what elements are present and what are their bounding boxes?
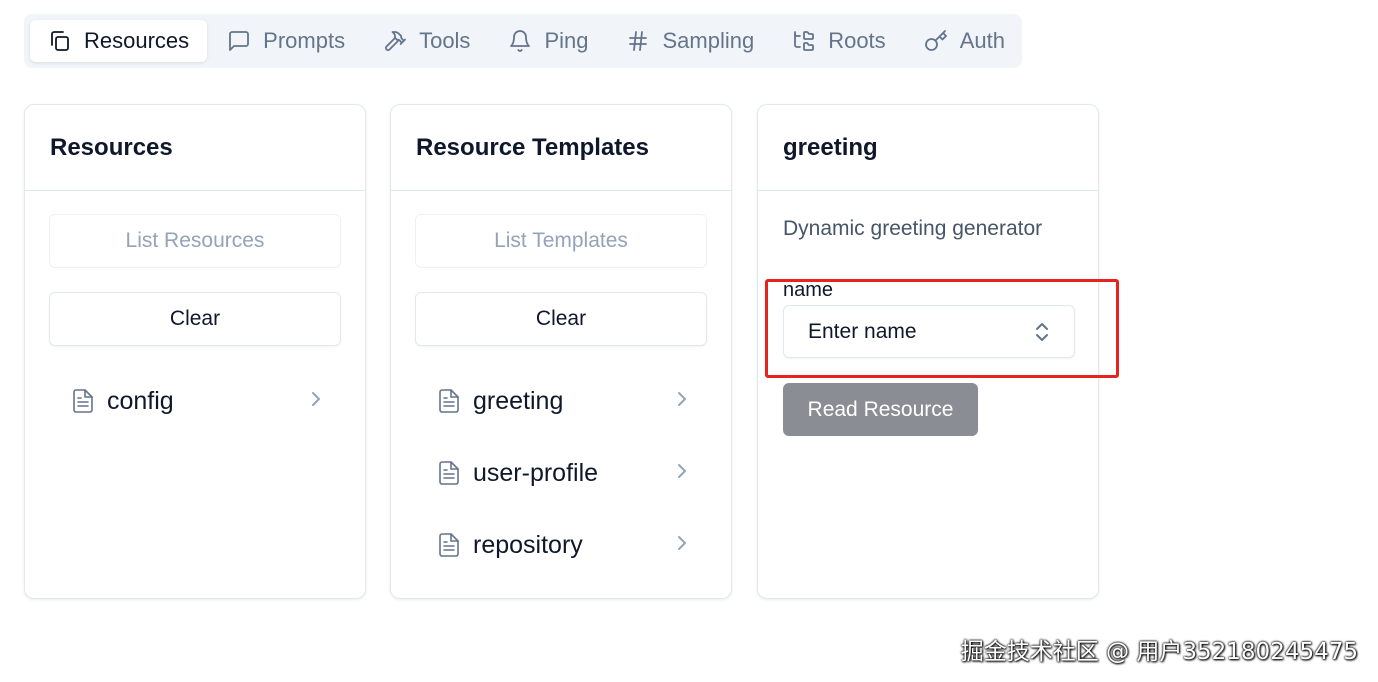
- read-resource-button[interactable]: Read Resource: [783, 383, 978, 436]
- resources-card: Resources List Resources Clear config: [24, 104, 366, 599]
- tab-label: Ping: [544, 28, 589, 53]
- list-resources-button[interactable]: List Resources: [49, 214, 341, 268]
- template-item-repository[interactable]: repository: [439, 520, 689, 570]
- clear-templates-button[interactable]: Clear: [415, 292, 707, 346]
- template-item-label: greeting: [473, 386, 564, 415]
- templates-title: Resource Templates: [391, 105, 731, 191]
- chevron-right-icon: [678, 463, 686, 478]
- clear-resources-button[interactable]: Clear: [49, 292, 341, 346]
- resource-item-label: config: [107, 386, 174, 415]
- tab-bar: Resources Prompts Tools Ping Sampling Ro…: [24, 14, 1022, 68]
- tab-resources[interactable]: Resources: [30, 20, 208, 62]
- chevron-right-icon: [678, 535, 686, 550]
- name-field-label: name: [783, 279, 834, 301]
- name-select[interactable]: Enter name: [783, 305, 1075, 358]
- detail-card: greeting Dynamic greeting generator name…: [757, 104, 1099, 599]
- key-icon: [924, 30, 947, 51]
- tab-label: Roots: [828, 28, 886, 53]
- tab-tools[interactable]: Tools: [365, 20, 488, 62]
- tab-prompts[interactable]: Prompts: [209, 20, 363, 62]
- copy-icon: [51, 31, 69, 51]
- tab-label: Prompts: [263, 28, 346, 53]
- chevrons-up-down-icon: [1036, 322, 1048, 341]
- tab-label: Auth: [959, 28, 1005, 53]
- file-text-icon: [439, 533, 459, 557]
- tab-label: Tools: [419, 28, 471, 53]
- file-text-icon: [439, 461, 459, 485]
- file-text-icon: [439, 389, 459, 413]
- watermark: 掘金技术社区 @ 用户352180245475: [960, 639, 1358, 665]
- tab-roots[interactable]: Roots: [774, 20, 903, 62]
- hammer-icon: [385, 31, 406, 51]
- tab-label: Sampling: [662, 28, 755, 53]
- detail-description: Dynamic greeting generator: [783, 217, 1043, 240]
- detail-title: greeting: [758, 105, 1098, 191]
- file-text-icon: [73, 389, 93, 413]
- list-templates-button[interactable]: List Templates: [415, 214, 707, 268]
- message-square-icon: [229, 31, 250, 51]
- tab-ping[interactable]: Ping: [490, 20, 606, 62]
- templates-card: Resource Templates List Templates Clear …: [390, 104, 732, 599]
- folder-tree-icon: [794, 31, 815, 51]
- resource-item-config[interactable]: config: [73, 376, 323, 426]
- template-item-user-profile[interactable]: user-profile: [439, 448, 689, 498]
- tab-auth[interactable]: Auth: [906, 20, 1023, 62]
- tab-sampling[interactable]: Sampling: [608, 20, 772, 62]
- hash-icon: [629, 31, 648, 51]
- tab-label: Resources: [84, 28, 190, 53]
- chevron-right-icon: [678, 391, 686, 406]
- chevron-right-icon: [312, 391, 320, 406]
- bell-icon: [510, 30, 531, 52]
- resources-title: Resources: [25, 105, 365, 191]
- template-item-greeting[interactable]: greeting: [439, 376, 689, 426]
- name-select-placeholder: Enter name: [808, 319, 917, 343]
- template-item-label: repository: [473, 530, 583, 559]
- template-item-label: user-profile: [473, 458, 599, 487]
